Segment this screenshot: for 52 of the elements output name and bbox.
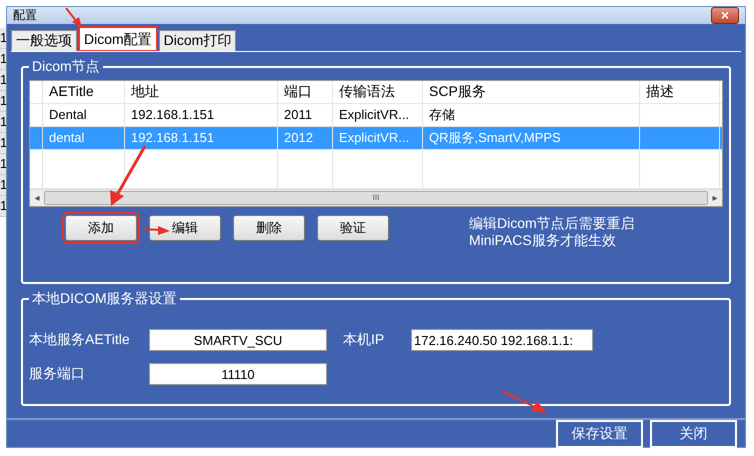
input-field[interactable]: 172.16.240.50 192.168.1.1: bbox=[411, 329, 593, 351]
annotation-arrow bbox=[65, 7, 82, 28]
field-label: 本机IP bbox=[343, 331, 386, 349]
background-cell: 1 bbox=[0, 28, 6, 49]
table-cell: 2012 bbox=[278, 127, 333, 149]
table-cell: 存储 bbox=[423, 104, 640, 126]
background-cell: 1 bbox=[0, 154, 6, 175]
background-cell: 1 bbox=[0, 112, 6, 133]
footer-button[interactable]: 关闭 bbox=[650, 420, 737, 448]
column-header[interactable]: 描述 bbox=[640, 81, 720, 103]
horizontal-scrollbar[interactable]: ◂ III ▸ bbox=[30, 189, 722, 206]
note-text: 编辑Dicom节点后需要重启 MiniPACS服务才能生效 bbox=[469, 215, 635, 249]
tab[interactable]: Dicom打印 bbox=[158, 30, 236, 51]
background-cell: 1 bbox=[0, 133, 6, 154]
scroll-left-arrow[interactable]: ◂ bbox=[30, 192, 44, 204]
annotation-arrow bbox=[502, 390, 547, 413]
table-cell: 2011 bbox=[278, 104, 333, 126]
action-button[interactable]: 删除 bbox=[233, 215, 305, 241]
tab[interactable]: Dicom配置 bbox=[79, 27, 157, 51]
scroll-right-arrow[interactable]: ▸ bbox=[708, 192, 722, 204]
column-header[interactable]: 端口 bbox=[278, 81, 333, 103]
field-label: 服务端口 bbox=[29, 365, 86, 383]
table-cell: dental bbox=[43, 127, 125, 149]
column-header[interactable]: AETitle bbox=[43, 81, 125, 103]
table-cell: 192.168.1.151 bbox=[125, 104, 278, 126]
background-cell: 1 bbox=[0, 196, 6, 217]
footer-button[interactable]: 保存设置 bbox=[556, 420, 643, 448]
action-button[interactable]: 添加 bbox=[65, 215, 137, 241]
action-button[interactable]: 编辑 bbox=[149, 215, 221, 241]
input-field[interactable]: 11110 bbox=[149, 363, 327, 385]
field-label: 本地服务AETitle bbox=[29, 331, 131, 349]
tab[interactable]: 一般选项 bbox=[11, 30, 77, 51]
table-cell: Dental bbox=[43, 104, 125, 126]
table-cell: 192.168.1.151 bbox=[125, 127, 278, 149]
column-header[interactable]: SCP服务 bbox=[423, 81, 640, 103]
table-cell: ExplicitVR... bbox=[333, 104, 423, 126]
column-header[interactable]: 传输语法 bbox=[333, 81, 423, 103]
background-cell: 1 bbox=[0, 175, 6, 196]
group-title: Dicom节点 bbox=[31, 58, 101, 76]
column-header[interactable]: 地址 bbox=[125, 81, 278, 103]
window-title: 配置 bbox=[13, 7, 37, 24]
input-field[interactable]: SMARTV_SCU bbox=[149, 329, 327, 351]
table-cell: ExplicitVR... bbox=[333, 127, 423, 149]
annotation-arrow bbox=[142, 226, 170, 235]
background-cell: 1 bbox=[0, 91, 6, 112]
group-title: 本地DICOM服务器设置 bbox=[31, 290, 178, 308]
background-cell: 1 bbox=[0, 49, 6, 70]
background-cell: 1 bbox=[0, 70, 6, 91]
table-cell: QR服务,SmartV,MPPS bbox=[423, 127, 640, 149]
annotation-arrow bbox=[110, 145, 146, 206]
action-button[interactable]: 验证 bbox=[317, 215, 389, 241]
scroll-thumb[interactable]: III bbox=[44, 191, 708, 205]
